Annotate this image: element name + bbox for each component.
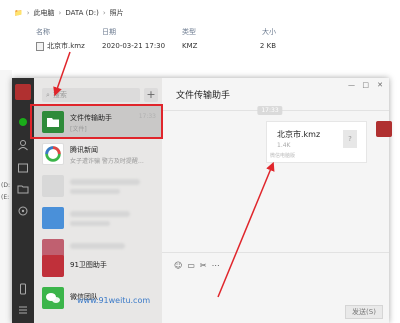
folder-icon bbox=[47, 118, 59, 127]
folder-icon: 📁 bbox=[14, 9, 23, 17]
file-date: 2020-03-21 17:30 bbox=[102, 42, 166, 50]
avatar bbox=[42, 175, 64, 197]
breadcrumb-item[interactable]: 照片 bbox=[110, 8, 124, 18]
column-header-size[interactable]: 大小 bbox=[246, 27, 306, 37]
column-header-name[interactable]: 名称 bbox=[36, 27, 102, 37]
file-source: 微信电脑版 bbox=[270, 153, 296, 159]
wechat-window: ⌕ 搜索 + 文件传输助手 [文件] 17:33 腾讯新闻 女子遭诈骗 警方及时… bbox=[12, 78, 392, 323]
chat-name: 91卫图助手 bbox=[70, 261, 107, 269]
scissors-icon[interactable]: ✂ bbox=[200, 261, 207, 270]
file-type: KMZ bbox=[182, 42, 198, 50]
wechat-icon bbox=[46, 293, 60, 303]
more-icon[interactable]: ⋯ bbox=[212, 261, 220, 270]
navigation-pane: (D: (E: bbox=[0, 70, 12, 323]
chat-item-91weitu[interactable]: 91卫图助手 bbox=[34, 250, 162, 282]
chat-time: 17:33 bbox=[138, 113, 156, 120]
message-composer[interactable]: ☺ ▭ ✂ ⋯ 发送(S) bbox=[162, 252, 389, 323]
avatar[interactable] bbox=[15, 84, 31, 100]
chat-name: 文件传输助手 bbox=[70, 114, 112, 122]
send-button[interactable]: 发送(S) bbox=[345, 305, 383, 319]
breadcrumb-item[interactable]: 此电脑 bbox=[34, 8, 55, 18]
file-list-header: 名称 日期 类型 大小 bbox=[36, 27, 400, 37]
avatar bbox=[42, 287, 64, 309]
file-name: 北京市.kmz bbox=[47, 42, 85, 50]
chat-item-file-transfer[interactable]: 文件传输助手 [文件] 17:33 bbox=[34, 106, 162, 138]
file-size: 2 KB bbox=[259, 42, 276, 50]
chat-item-blurred[interactable] bbox=[34, 202, 162, 234]
news-icon bbox=[45, 146, 61, 162]
avatar bbox=[42, 255, 64, 277]
chat-list: ⌕ 搜索 + 文件传输助手 [文件] 17:33 腾讯新闻 女子遭诈骗 警方及时… bbox=[34, 78, 162, 323]
file-icon: ? bbox=[343, 130, 357, 148]
file-transfer-avatar bbox=[42, 111, 64, 133]
contacts-icon[interactable] bbox=[17, 139, 29, 151]
tencent-news-avatar bbox=[42, 143, 64, 165]
maximize-button[interactable]: □ bbox=[362, 81, 369, 89]
avatar bbox=[42, 207, 64, 229]
file-row[interactable]: 北京市.kmz 2020-03-21 17:30 KMZ 2 KB bbox=[36, 40, 400, 52]
breadcrumb: 📁 › 此电脑 › DATA (D:) › 照片 bbox=[14, 8, 124, 18]
drive-label[interactable]: (D: bbox=[1, 182, 10, 189]
search-input[interactable]: ⌕ 搜索 bbox=[42, 88, 140, 102]
avatar[interactable] bbox=[376, 121, 392, 137]
emoji-icon[interactable]: ☺ bbox=[174, 261, 182, 270]
file-name: 北京市.kmz bbox=[277, 130, 321, 139]
folder-icon[interactable]: ▭ bbox=[187, 261, 195, 270]
file-size: 1.4K bbox=[277, 142, 291, 149]
file-icon bbox=[36, 41, 44, 51]
chat-icon[interactable] bbox=[19, 118, 27, 126]
favorites-icon[interactable] bbox=[17, 162, 29, 174]
chat-preview: 女子遭诈骗 警方及时提醒… bbox=[70, 158, 144, 165]
column-header-type[interactable]: 类型 bbox=[182, 27, 246, 37]
file-message[interactable]: 北京市.kmz 1.4K ? 微信电脑版 bbox=[266, 121, 367, 163]
chat-item-tencent-news[interactable]: 腾讯新闻 女子遭诈骗 警方及时提醒… bbox=[34, 138, 162, 170]
chat-preview: [文件] bbox=[70, 126, 87, 133]
search-icon: ⌕ bbox=[46, 90, 50, 99]
wechat-sidebar bbox=[12, 78, 34, 323]
phone-icon[interactable] bbox=[17, 283, 29, 295]
menu-icon[interactable] bbox=[17, 304, 29, 316]
drive-label[interactable]: (E: bbox=[1, 194, 9, 201]
message-time: 17:33 bbox=[257, 106, 283, 115]
chat-title: 文件传输助手 bbox=[176, 91, 231, 101]
close-button[interactable]: ✕ bbox=[377, 81, 383, 89]
minimize-button[interactable]: — bbox=[348, 81, 355, 89]
column-header-date[interactable]: 日期 bbox=[102, 27, 182, 37]
chat-name: 腾讯新闻 bbox=[70, 146, 98, 154]
moments-icon[interactable] bbox=[17, 205, 29, 217]
chat-item-blurred[interactable] bbox=[34, 170, 162, 202]
breadcrumb-item[interactable]: DATA (D:) bbox=[65, 9, 98, 17]
chat-panel: 文件传输助手 — □ ✕ 17:33 北京市.kmz 1.4K ? 微信电脑版 … bbox=[162, 78, 392, 323]
add-button[interactable]: + bbox=[144, 88, 158, 102]
watermark-text: www.91weitu.com bbox=[77, 296, 151, 305]
files-icon[interactable] bbox=[17, 183, 29, 195]
composer-toolbar: ☺ ▭ ✂ ⋯ bbox=[174, 261, 220, 270]
